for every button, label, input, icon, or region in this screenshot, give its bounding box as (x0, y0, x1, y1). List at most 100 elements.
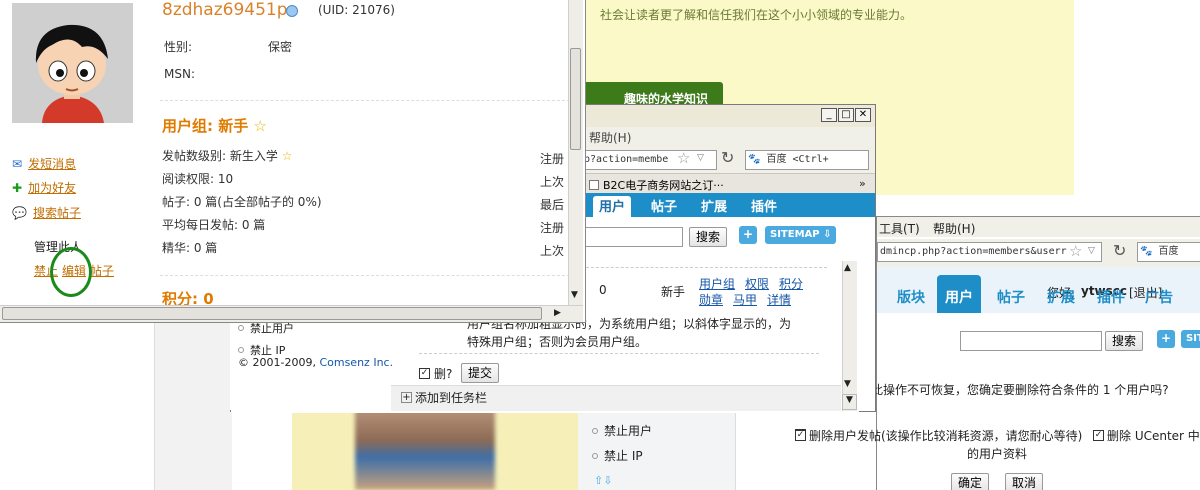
add-friend-label: 加为好友 (28, 181, 77, 195)
link-details[interactable]: 详情 (767, 291, 791, 308)
add-friend-link[interactable]: ✚ 加为好友 (12, 179, 76, 196)
right-search-button[interactable]: 搜索 (1105, 331, 1144, 351)
member-count: 0 (599, 283, 607, 297)
close-icon[interactable]: ✕ (855, 108, 871, 122)
middle-vertical-scrollbar[interactable]: ▲ ▼ (842, 261, 857, 411)
tab-overflow-icon[interactable]: » (859, 177, 866, 190)
link-credits[interactable]: 积分 (779, 275, 803, 292)
sitemap-button[interactable]: SIT (1181, 330, 1200, 348)
checkbox-checked-icon[interactable]: ✓ (795, 430, 806, 441)
sitemap-button[interactable]: SITEMAP ⇩ (765, 226, 837, 244)
bullet-icon (238, 325, 244, 331)
profile-vertical-scrollbar[interactable]: ▼ (568, 0, 583, 305)
register-label: 注册 (540, 152, 565, 166)
profile-scroll-thumb[interactable] (570, 48, 581, 150)
reload-icon[interactable]: ↻ (1113, 241, 1126, 260)
link-usergroup[interactable]: 用户组 (699, 275, 735, 292)
scroll-right-icon[interactable]: ▶ (554, 308, 561, 318)
middle-search-button[interactable]: 搜索 (689, 227, 728, 247)
comsenz-link[interactable]: Comsenz Inc. (319, 356, 393, 369)
gender-value: 保密 (268, 40, 293, 54)
add-icon[interactable]: + (1157, 330, 1175, 348)
browser-tab[interactable]: B2C电子商务网站之订··· (589, 177, 724, 193)
cancel-button[interactable]: 取消 (1005, 473, 1044, 490)
read-permission: 阅读权限: 10 (162, 172, 234, 186)
register-ip-label: 注册 (540, 221, 565, 235)
tab-extend[interactable]: 扩展 (695, 196, 733, 217)
background-side-column (154, 300, 232, 490)
maximize-icon[interactable]: □ (838, 108, 854, 122)
search-engine-label: 百度 <Ctrl+ (766, 154, 829, 165)
right-search-input[interactable] (960, 331, 1102, 351)
tab-plugins[interactable]: 插件 (1097, 287, 1125, 307)
tab-extend[interactable]: 扩展 (1047, 287, 1075, 307)
avatar-illustration (12, 3, 133, 123)
bookmark-star-icon[interactable]: ☆ (677, 149, 690, 167)
avg-daily-posts: 平均每日发帖: 0 篇 (162, 218, 266, 232)
send-message-label: 发短消息 (28, 157, 77, 171)
sitemap-label: SITEMAP (770, 229, 820, 240)
dropdown-arrow-icon[interactable]: ▽ (697, 153, 704, 163)
search-engine-label: 百度 (1158, 246, 1179, 257)
submit-button[interactable]: 提交 (461, 363, 500, 383)
link-vest[interactable]: 马甲 (733, 291, 757, 308)
dropdown-arrow-icon[interactable]: ▽ (1088, 246, 1095, 256)
checkbox-checked-icon[interactable]: ✓ (419, 368, 430, 379)
online-status-icon (286, 5, 298, 17)
admin-sidebar-pane: 禁止用户 禁止 IP ⇧⇩ (578, 408, 736, 490)
delete-ucenter-label: 删除 UCenter 中 (1107, 429, 1200, 443)
profile-username: 8zdhaz69451p (162, 0, 288, 20)
middle-search-engine-box[interactable]: 🐾 百度 <Ctrl+ (745, 150, 869, 170)
speech-bubble-icon: 💬 (12, 205, 27, 220)
menu-help[interactable]: 帮助(H) (933, 220, 975, 237)
tab-posts[interactable]: 帖子 (645, 196, 683, 217)
delete-checkbox[interactable]: ✓ 删? (419, 365, 452, 382)
admin-sidebar-item[interactable]: 禁止 IP (592, 447, 643, 464)
search-posts-link[interactable]: 💬 搜索帖子 (12, 204, 81, 221)
scroll-down-icon[interactable]: ▼ (844, 379, 851, 389)
tab-plugins[interactable]: 插件 (745, 196, 783, 217)
posts-link[interactable]: 帖子 (90, 262, 114, 279)
delete-ucenter-option[interactable]: ✓ 删除 UCenter 中 (1093, 427, 1200, 444)
expand-collapse-icon[interactable]: ⇧⇩ (594, 474, 612, 487)
background-article-text: 社会让读者更了解和信任我们在这个小小领域的专业能力。 (600, 8, 913, 22)
tab-ads[interactable]: 广告 (1145, 287, 1173, 307)
confirm-message: 此操作不可恢复，您确定要删除符合条件的 1 个用户吗? (871, 383, 1169, 397)
scroll-up-icon[interactable]: ▲ (844, 263, 851, 273)
link-permission[interactable]: 权限 (745, 275, 769, 292)
confirm-button[interactable]: 确定 (951, 473, 990, 490)
browser-tab-title: B2C电子商务网站之订··· (603, 179, 724, 192)
minimize-icon[interactable]: _ (821, 108, 837, 122)
send-message-link[interactable]: ✉ 发短消息 (12, 155, 76, 172)
admin-sidebar-item[interactable]: 禁止用户 (592, 422, 652, 439)
menu-help[interactable]: 帮助(H) (589, 129, 631, 146)
tab-posts[interactable]: 帖子 (997, 287, 1025, 307)
scroll-down-icon[interactable]: ▼ (842, 394, 857, 410)
copyright-text: © 2001-2009, (238, 356, 320, 369)
tab-boards[interactable]: 版块 (897, 287, 925, 307)
middle-search-input[interactable] (581, 227, 683, 247)
checkbox-checked-icon[interactable]: ✓ (1093, 430, 1104, 441)
member-group: 新手 (661, 285, 686, 299)
profile-hscroll-thumb[interactable] (2, 307, 542, 320)
menu-tools[interactable]: 工具(T) (879, 220, 920, 237)
page-icon (589, 180, 599, 190)
avatar (12, 3, 133, 123)
user-group-text: 用户组: 新手 (162, 117, 249, 135)
bullet-icon (238, 347, 244, 353)
last-visit-label: 上次 (540, 175, 565, 189)
delete-posts-option[interactable]: ✓ 删除用户发帖(该操作比较消耗资源，请您耐心等待) (795, 427, 1082, 444)
star-icon: ☆ (253, 117, 267, 135)
tab-users[interactable]: 用户 (593, 196, 632, 217)
right-search-engine-box[interactable]: 🐾 百度 (1137, 242, 1200, 262)
tab-users[interactable]: 用户 (937, 275, 981, 313)
scroll-down-icon[interactable]: ▼ (571, 290, 578, 300)
baidu-paw-icon: 🐾 (1140, 246, 1153, 257)
bookmark-star-icon[interactable]: ☆ (1069, 242, 1082, 260)
add-icon[interactable]: + (739, 226, 757, 244)
reload-icon[interactable]: ↻ (721, 148, 734, 167)
link-medal[interactable]: 勋章 (699, 291, 723, 308)
right-address-bar: dmincp.php?action=members&userr ☆ ▽ ↻ 🐾 … (877, 239, 1200, 267)
add-to-taskbar[interactable]: + 添加到任务栏 (401, 389, 487, 406)
delete-ucenter-label-line2: 的用户资料 (967, 447, 1028, 461)
